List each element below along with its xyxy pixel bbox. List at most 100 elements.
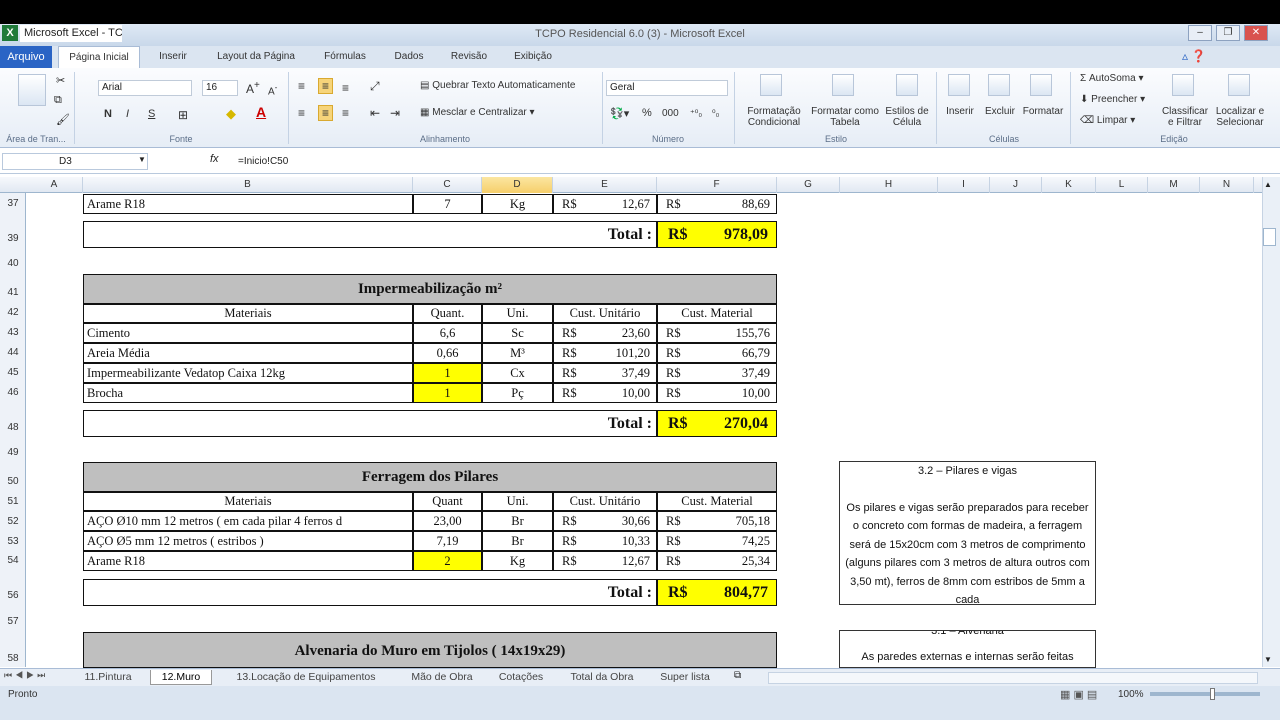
column-header[interactable]: I	[938, 177, 990, 193]
format-table-icon[interactable]	[832, 74, 854, 99]
align-center-icon[interactable]: ≡	[318, 105, 334, 121]
row-header[interactable]: 45	[0, 367, 26, 378]
total-value[interactable]: R$ 978,09	[657, 221, 777, 248]
cell-item[interactable]: Arame R18	[83, 551, 413, 571]
sheet-tab[interactable]: Cotações	[490, 670, 552, 685]
cut-icon[interactable]: ✂	[56, 74, 65, 87]
align-right-icon[interactable]: ≡	[342, 106, 349, 120]
row-header[interactable]: 40	[0, 258, 26, 269]
fill-color-icon[interactable]: ◆	[226, 106, 236, 122]
header-material-cost[interactable]: Cust. Material	[657, 304, 777, 323]
column-header[interactable]: H	[840, 177, 938, 193]
zoom-slider-handle[interactable]	[1210, 688, 1215, 700]
cell-item[interactable]: Cimento	[83, 323, 413, 343]
conditional-format-button[interactable]: Formatação Condicional	[740, 106, 808, 128]
cell-quantity[interactable]: 0,66	[413, 343, 482, 363]
increase-indent-icon[interactable]: ⇥	[390, 106, 400, 120]
tab-view[interactable]: Exibição	[504, 46, 562, 68]
insert-function-icon[interactable]: fx	[210, 153, 219, 165]
column-header[interactable]: F	[657, 177, 777, 193]
scroll-up-icon[interactable]: ▲	[1264, 180, 1272, 189]
row-header[interactable]: 53	[0, 536, 26, 547]
column-header[interactable]: N	[1200, 177, 1254, 193]
format-cells-icon[interactable]	[1030, 74, 1052, 99]
close-button[interactable]: ✕	[1244, 25, 1268, 41]
section-title[interactable]: Alvenaria do Muro em Tijolos ( 14x19x29)	[83, 632, 777, 668]
font-size-box[interactable]: 16	[202, 80, 238, 96]
row-header[interactable]: 54	[0, 555, 26, 566]
delete-cells-button[interactable]: Excluir	[982, 106, 1018, 117]
cell-item[interactable]: AÇO Ø10 mm 12 metros ( em cada pilar 4 f…	[83, 511, 413, 531]
cell-unit[interactable]: Kg	[482, 551, 553, 571]
copy-icon[interactable]: ⧉	[54, 94, 62, 107]
minimize-button[interactable]: –	[1188, 25, 1212, 41]
vertical-scrollbar[interactable]	[1262, 177, 1280, 667]
format-painter-icon[interactable]: 🖌	[56, 113, 70, 126]
header-unit-cost[interactable]: Cust. Unitário	[553, 304, 657, 323]
row-header[interactable]: 57	[0, 616, 26, 627]
header-uni[interactable]: Uni.	[482, 492, 553, 511]
font-color-icon[interactable]: A	[256, 104, 266, 120]
cell-unit[interactable]: Cx	[482, 363, 553, 383]
cell-quantity[interactable]: 23,00	[413, 511, 482, 531]
column-header[interactable]: L	[1096, 177, 1148, 193]
row-header[interactable]: 51	[0, 496, 26, 507]
italic-button[interactable]: I	[126, 108, 129, 120]
cell-item[interactable]: Areia Média	[83, 343, 413, 363]
format-table-button[interactable]: Formatar como Tabela	[810, 106, 880, 128]
total-value[interactable]: R$ 804,77	[657, 579, 777, 606]
autosum-button[interactable]: Σ AutoSoma ▾	[1080, 73, 1143, 84]
header-uni[interactable]: Uni.	[482, 304, 553, 323]
formula-input[interactable]: =Inicio!C50	[238, 153, 288, 170]
find-select-icon[interactable]	[1228, 74, 1250, 99]
cell-material-cost[interactable]: R$ 37,49	[657, 363, 777, 383]
conditional-format-icon[interactable]	[760, 74, 782, 99]
cell-unit[interactable]: Sc	[482, 323, 553, 343]
insert-cells-icon[interactable]	[948, 74, 970, 99]
orientation-icon[interactable]: ⤢	[370, 79, 380, 94]
scroll-thumb[interactable]	[1263, 228, 1276, 246]
cell-material-cost[interactable]: R$ 10,00	[657, 383, 777, 403]
find-select-button[interactable]: Localizar e Selecionar	[1212, 106, 1268, 128]
sheet-tab[interactable]: Mão de Obra	[400, 670, 484, 685]
excel-icon[interactable]: X	[2, 25, 18, 41]
header-unit-cost[interactable]: Cust. Unitário	[553, 492, 657, 511]
total-label[interactable]: Total :	[83, 579, 657, 606]
clear-button[interactable]: ⌫ Limpar ▾	[1080, 115, 1135, 126]
row-header[interactable]: 50	[0, 476, 26, 487]
cell-unit[interactable]: Pç	[482, 383, 553, 403]
cell-unit[interactable]: Br	[482, 511, 553, 531]
decrease-decimal-icon[interactable]: ⁰₀	[712, 108, 719, 119]
cell-styles-icon[interactable]	[896, 74, 918, 99]
cell-quantity[interactable]: 6,6	[413, 323, 482, 343]
cell-item[interactable]: AÇO Ø5 mm 12 metros ( estribos )	[83, 531, 413, 551]
align-left-icon[interactable]: ≡	[298, 106, 305, 120]
column-header[interactable]: A	[26, 177, 83, 193]
app-taskbar-tab[interactable]: Microsoft Excel - TC	[20, 25, 122, 42]
cell-styles-button[interactable]: Estilos de Célula	[880, 106, 934, 128]
tab-page-layout[interactable]: Layout da Página	[206, 46, 306, 68]
cell-unit-cost[interactable]: R$ 10,33	[553, 531, 657, 551]
column-header[interactable]: E	[553, 177, 657, 193]
cell-item[interactable]: Brocha	[83, 383, 413, 403]
name-box-dropdown-icon[interactable]: ▼	[138, 155, 146, 164]
row-header[interactable]: 41	[0, 287, 26, 298]
column-header[interactable]: C	[413, 177, 482, 193]
sort-filter-icon[interactable]	[1172, 74, 1194, 99]
borders-icon[interactable]: ⊞	[178, 108, 188, 122]
cell-quantity[interactable]: 1	[413, 363, 482, 383]
cell-material-cost[interactable]: R$ 74,25	[657, 531, 777, 551]
column-header-selected[interactable]: D	[482, 177, 553, 193]
insert-sheet-icon[interactable]: ⧉	[734, 670, 741, 681]
zoom-level[interactable]: 100%	[1118, 689, 1144, 700]
row-header[interactable]: 44	[0, 347, 26, 358]
align-top-icon[interactable]: ≡	[298, 79, 305, 93]
cell-item[interactable]: Arame R18	[83, 194, 413, 214]
header-quant[interactable]: Quant.	[413, 304, 482, 323]
row-header[interactable]: 42	[0, 307, 26, 318]
zoom-slider[interactable]	[1150, 692, 1260, 696]
column-header[interactable]: G	[777, 177, 840, 193]
section-title[interactable]: Ferragem dos Pilares	[83, 462, 777, 492]
row-header[interactable]: 56	[0, 590, 26, 601]
header-materiais[interactable]: Materiais	[83, 492, 413, 511]
